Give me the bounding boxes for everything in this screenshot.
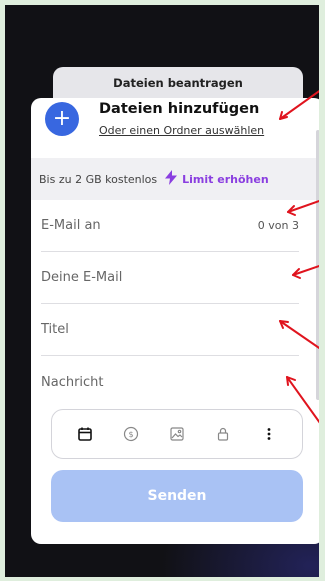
app-frame: Dateien beantragen + Dateien hinzufügen … [5,5,319,577]
annotation-arrow [279,320,319,350]
annotation-arrow [279,90,319,120]
annotation-arrows [279,90,319,424]
annotation-arrow [287,200,319,213]
annotation-arrow [286,376,319,424]
annotation-arrow [292,265,319,276]
